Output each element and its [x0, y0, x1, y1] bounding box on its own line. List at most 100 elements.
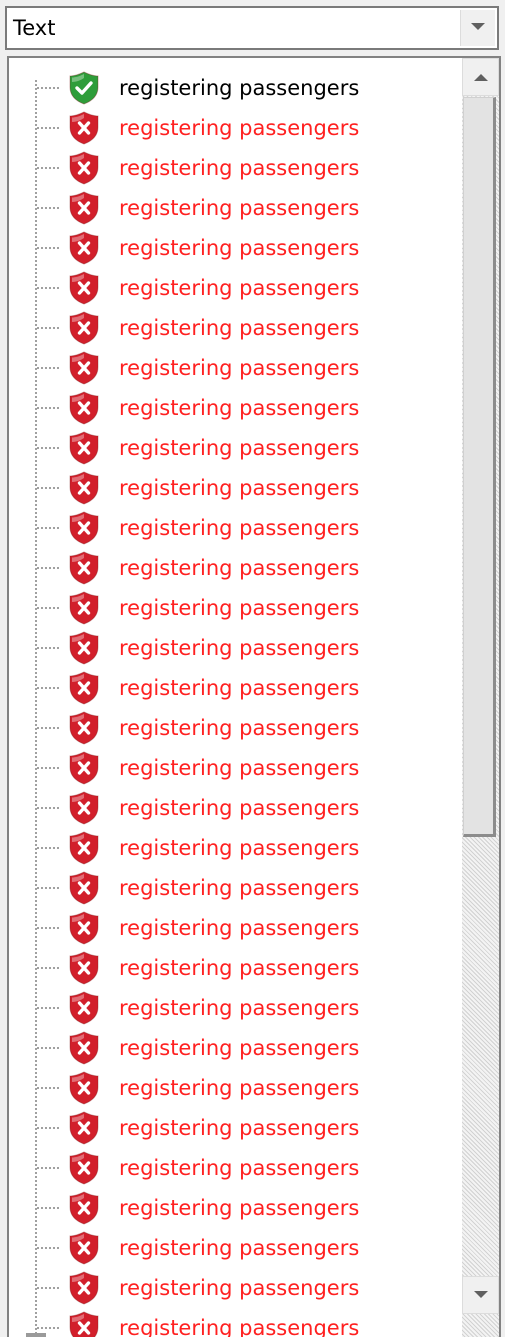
tree-branch-line [37, 1047, 59, 1049]
tree-item-label: registering passengers [119, 956, 360, 980]
tree-item[interactable]: registering passengers [9, 268, 459, 308]
red-shield-x-icon [67, 950, 101, 986]
tree-item[interactable]: registering passengers [9, 508, 459, 548]
tree-item[interactable]: registering passengers [9, 908, 459, 948]
scroll-up-button[interactable] [462, 58, 499, 96]
tree-branch-line [37, 607, 59, 609]
tree-item[interactable]: registering passengers [9, 588, 459, 628]
red-shield-x-icon [67, 1270, 101, 1306]
tree-item[interactable]: registering passengers [9, 628, 459, 668]
red-shield-x-icon [67, 990, 101, 1026]
dropdown-button[interactable] [460, 10, 495, 46]
red-shield-x-icon [67, 230, 101, 266]
tree-item-label: registering passengers [119, 676, 360, 700]
tree-item[interactable]: registering passengers [9, 828, 459, 868]
tree-item[interactable]: registering passengers [9, 1068, 459, 1108]
tree-branch-line [37, 887, 59, 889]
tree-branch-line [37, 367, 59, 369]
tree-branch-line [37, 327, 59, 329]
tree-item[interactable]: registering passengers [9, 868, 459, 908]
green-shield-check-icon [67, 70, 101, 106]
tree-item[interactable]: registering passengers [9, 388, 459, 428]
view-mode-dropdown[interactable]: Text [5, 6, 499, 50]
red-shield-x-icon [67, 270, 101, 306]
tree-item-label: registering passengers [119, 316, 360, 340]
tree-item-label: registering passengers [119, 1276, 360, 1300]
tree-branch-line [37, 527, 59, 529]
tree-item-label: registering passengers [119, 476, 360, 500]
tree-item-label: registering passengers [119, 1076, 360, 1100]
scroll-down-button[interactable] [462, 1276, 499, 1314]
tree-item-label: registering passengers [119, 1116, 360, 1140]
tree-branch-line [37, 767, 59, 769]
tree-item[interactable]: registering passengers [9, 428, 459, 468]
red-shield-x-icon [67, 750, 101, 786]
tree-item[interactable]: registering passengers [9, 788, 459, 828]
red-shield-x-icon [67, 590, 101, 626]
tree-branch-line [37, 1127, 59, 1129]
tree-item-label: registering passengers [119, 236, 360, 260]
tree-item[interactable]: registering passengers [9, 548, 459, 588]
tree-item-label: registering passengers [119, 156, 360, 180]
tree-branch-line [37, 287, 59, 289]
tree-branch-line [37, 1167, 59, 1169]
results-tree[interactable]: registering passengers registering passen… [7, 56, 501, 1337]
tree-item[interactable]: registering passengers [9, 1228, 459, 1268]
tree-item-label: registering passengers [119, 716, 360, 740]
tree-item[interactable]: registering passengers [9, 228, 459, 268]
tree-branch-line [37, 1327, 59, 1329]
tree-item[interactable]: registering passengers [9, 1028, 459, 1068]
tree-item[interactable]: registering passengers [9, 188, 459, 228]
tree-branch-line [37, 967, 59, 969]
tree-item[interactable]: registering passengers [9, 1108, 459, 1148]
tree-item[interactable]: registering passengers [9, 668, 459, 708]
tree-item[interactable]: registering passengers [9, 1308, 459, 1337]
tree-branch-line [37, 87, 59, 89]
red-shield-x-icon [67, 910, 101, 946]
tree-item[interactable]: registering passengers [9, 148, 459, 188]
tree-branch-line [37, 727, 59, 729]
red-shield-x-icon [67, 190, 101, 226]
tree-item[interactable]: registering passengers [9, 988, 459, 1028]
tree-item[interactable]: registering passengers [9, 1188, 459, 1228]
tree-item-label: registering passengers [119, 876, 360, 900]
vertical-scrollbar[interactable] [462, 58, 499, 1337]
tree-item-label: registering passengers [119, 796, 360, 820]
red-shield-x-icon [67, 350, 101, 386]
tree-item[interactable]: registering passengers [9, 748, 459, 788]
tree-item-label: registering passengers [119, 276, 360, 300]
red-shield-x-icon [67, 630, 101, 666]
tree-branch-line [37, 247, 59, 249]
tree-branch-line [37, 1207, 59, 1209]
red-shield-x-icon [67, 670, 101, 706]
tree-branch-line [37, 927, 59, 929]
tree-item[interactable]: registering passengers [9, 308, 459, 348]
tree-branch-line [37, 207, 59, 209]
tree-item[interactable]: registering passengers [9, 1148, 459, 1188]
test-tree-window: Text registering passengers registering p… [0, 0, 505, 1337]
tree-item-label: registering passengers [119, 1196, 360, 1220]
tree-item[interactable]: registering passengers [9, 1268, 459, 1308]
tree-item[interactable]: registering passengers [9, 468, 459, 508]
tree-item-label: registering passengers [119, 636, 360, 660]
tree-item-label: registering passengers [119, 436, 360, 460]
tree-branch-line [37, 1007, 59, 1009]
tree-item[interactable]: registering passengers [9, 348, 459, 388]
tree-item-label: registering passengers [119, 1156, 360, 1180]
scroll-down-arrow-icon [474, 1291, 488, 1298]
tree-item[interactable]: registering passengers [9, 68, 459, 108]
red-shield-x-icon [67, 1110, 101, 1146]
tree-item-label: registering passengers [119, 1036, 360, 1060]
tree-branch-line [37, 1247, 59, 1249]
red-shield-x-icon [67, 110, 101, 146]
red-shield-x-icon [67, 390, 101, 426]
red-shield-x-icon [67, 1030, 101, 1066]
tree-item-label: registering passengers [119, 756, 360, 780]
scrollbar-thumb[interactable] [463, 97, 496, 837]
tree-item[interactable]: registering passengers [9, 948, 459, 988]
red-shield-x-icon [67, 1070, 101, 1106]
tree-item[interactable]: registering passengers [9, 108, 459, 148]
red-shield-x-icon [67, 710, 101, 746]
tree-item[interactable]: registering passengers [9, 708, 459, 748]
tree-item-label: registering passengers [119, 596, 360, 620]
